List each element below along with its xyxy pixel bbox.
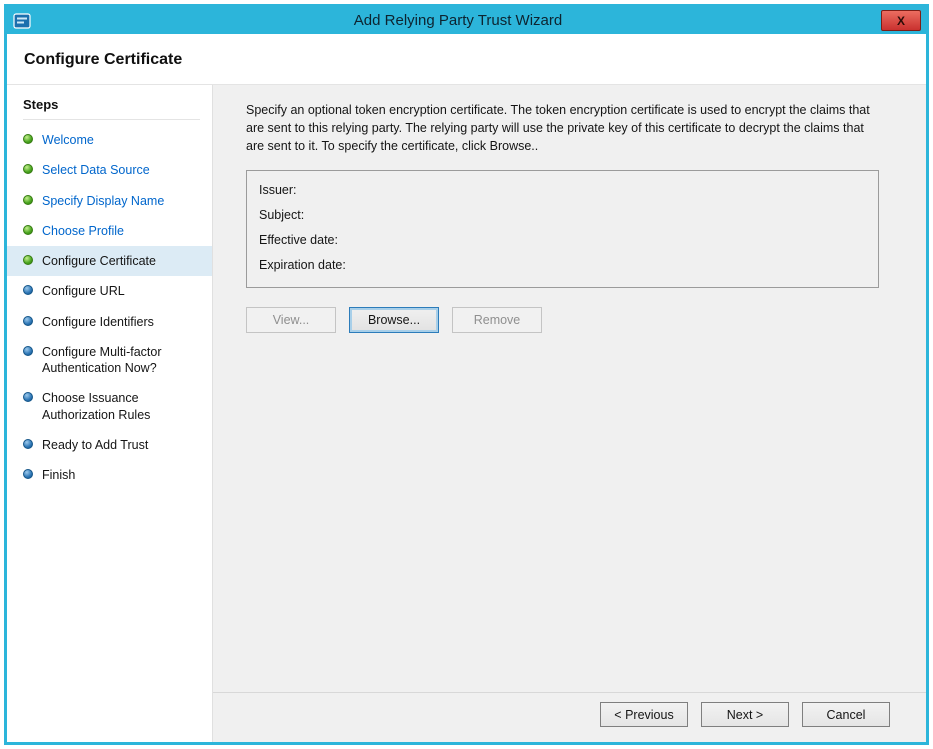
- sidebar-step-configure-identifiers: Configure Identifiers: [7, 307, 212, 337]
- cert-field-label: Expiration date:: [259, 258, 346, 272]
- sidebar-step-configure-mfa: Configure Multi-factor Authentication No…: [7, 337, 212, 384]
- sidebar-step-choose-issuance-rules: Choose Issuance Authorization Rules: [7, 383, 212, 430]
- wizard-icon: [13, 12, 35, 30]
- cancel-button[interactable]: Cancel: [802, 702, 890, 727]
- certificate-details-box: Issuer: Subject: Effective date: Expirat…: [246, 170, 879, 288]
- sidebar-step-configure-certificate: Configure Certificate: [7, 246, 212, 276]
- step-label: Select Data Source: [42, 162, 150, 178]
- step-label: Ready to Add Trust: [42, 437, 148, 453]
- sidebar-step-finish: Finish: [7, 460, 212, 490]
- next-button[interactable]: Next >: [701, 702, 789, 727]
- wizard-window: Add Relying Party Trust Wizard X Configu…: [4, 4, 929, 745]
- step-label: Choose Issuance Authorization Rules: [42, 390, 202, 423]
- step-completed-dot-icon: [23, 164, 33, 174]
- view-button: View...: [246, 307, 336, 333]
- certificate-actions: View... Browse... Remove: [246, 307, 886, 333]
- step-pending-dot-icon: [23, 439, 33, 449]
- page-title: Configure Certificate: [24, 51, 909, 69]
- sidebar-step-welcome[interactable]: Welcome: [7, 125, 212, 155]
- cert-field-label: Effective date:: [259, 233, 338, 247]
- cert-field-issuer: Issuer:: [259, 178, 866, 203]
- cert-field-effective-date: Effective date:: [259, 228, 866, 253]
- step-completed-dot-icon: [23, 195, 33, 205]
- steps-heading: Steps: [23, 93, 200, 120]
- step-label: Choose Profile: [42, 223, 124, 239]
- sidebar-step-specify-display-name[interactable]: Specify Display Name: [7, 186, 212, 216]
- step-label: Configure Certificate: [42, 253, 156, 269]
- cert-field-subject: Subject:: [259, 203, 866, 228]
- step-label: Specify Display Name: [42, 193, 164, 209]
- steps-list: Welcome Select Data Source Specify Display…: [7, 125, 212, 490]
- step-pending-dot-icon: [23, 285, 33, 295]
- close-button[interactable]: X: [881, 10, 921, 31]
- previous-button[interactable]: < Previous: [600, 702, 688, 727]
- remove-button: Remove: [452, 307, 542, 333]
- step-completed-dot-icon: [23, 134, 33, 144]
- step-label: Finish: [42, 467, 75, 483]
- window-title: Add Relying Party Trust Wizard: [35, 12, 881, 29]
- steps-sidebar: Steps Welcome Select Data Source Specify D…: [7, 85, 213, 742]
- step-label: Welcome: [42, 132, 94, 148]
- sidebar-step-ready-to-add-trust: Ready to Add Trust: [7, 430, 212, 460]
- step-pending-dot-icon: [23, 469, 33, 479]
- cert-field-label: Subject:: [259, 208, 304, 222]
- cert-field-expiration-date: Expiration date:: [259, 253, 866, 278]
- main-panel: Specify an optional token encryption cer…: [213, 85, 926, 742]
- sidebar-step-select-data-source[interactable]: Select Data Source: [7, 155, 212, 185]
- browse-button[interactable]: Browse...: [349, 307, 439, 333]
- cert-field-label: Issuer:: [259, 183, 297, 197]
- titlebar[interactable]: Add Relying Party Trust Wizard X: [7, 7, 926, 34]
- step-label: Configure Multi-factor Authentication No…: [42, 344, 202, 377]
- page-header: Configure Certificate: [7, 34, 926, 85]
- sidebar-step-configure-url: Configure URL: [7, 276, 212, 306]
- main-content: Specify an optional token encryption cer…: [213, 85, 926, 692]
- wizard-footer: < Previous Next > Cancel: [213, 692, 926, 742]
- step-completed-dot-icon: [23, 225, 33, 235]
- step-label: Configure URL: [42, 283, 125, 299]
- step-pending-dot-icon: [23, 392, 33, 402]
- step-label: Configure Identifiers: [42, 314, 154, 330]
- wizard-body: Steps Welcome Select Data Source Specify D…: [7, 85, 926, 742]
- sidebar-step-choose-profile[interactable]: Choose Profile: [7, 216, 212, 246]
- step-pending-dot-icon: [23, 346, 33, 356]
- step-completed-dot-icon: [23, 255, 33, 265]
- page-description: Specify an optional token encryption cer…: [246, 102, 879, 155]
- step-pending-dot-icon: [23, 316, 33, 326]
